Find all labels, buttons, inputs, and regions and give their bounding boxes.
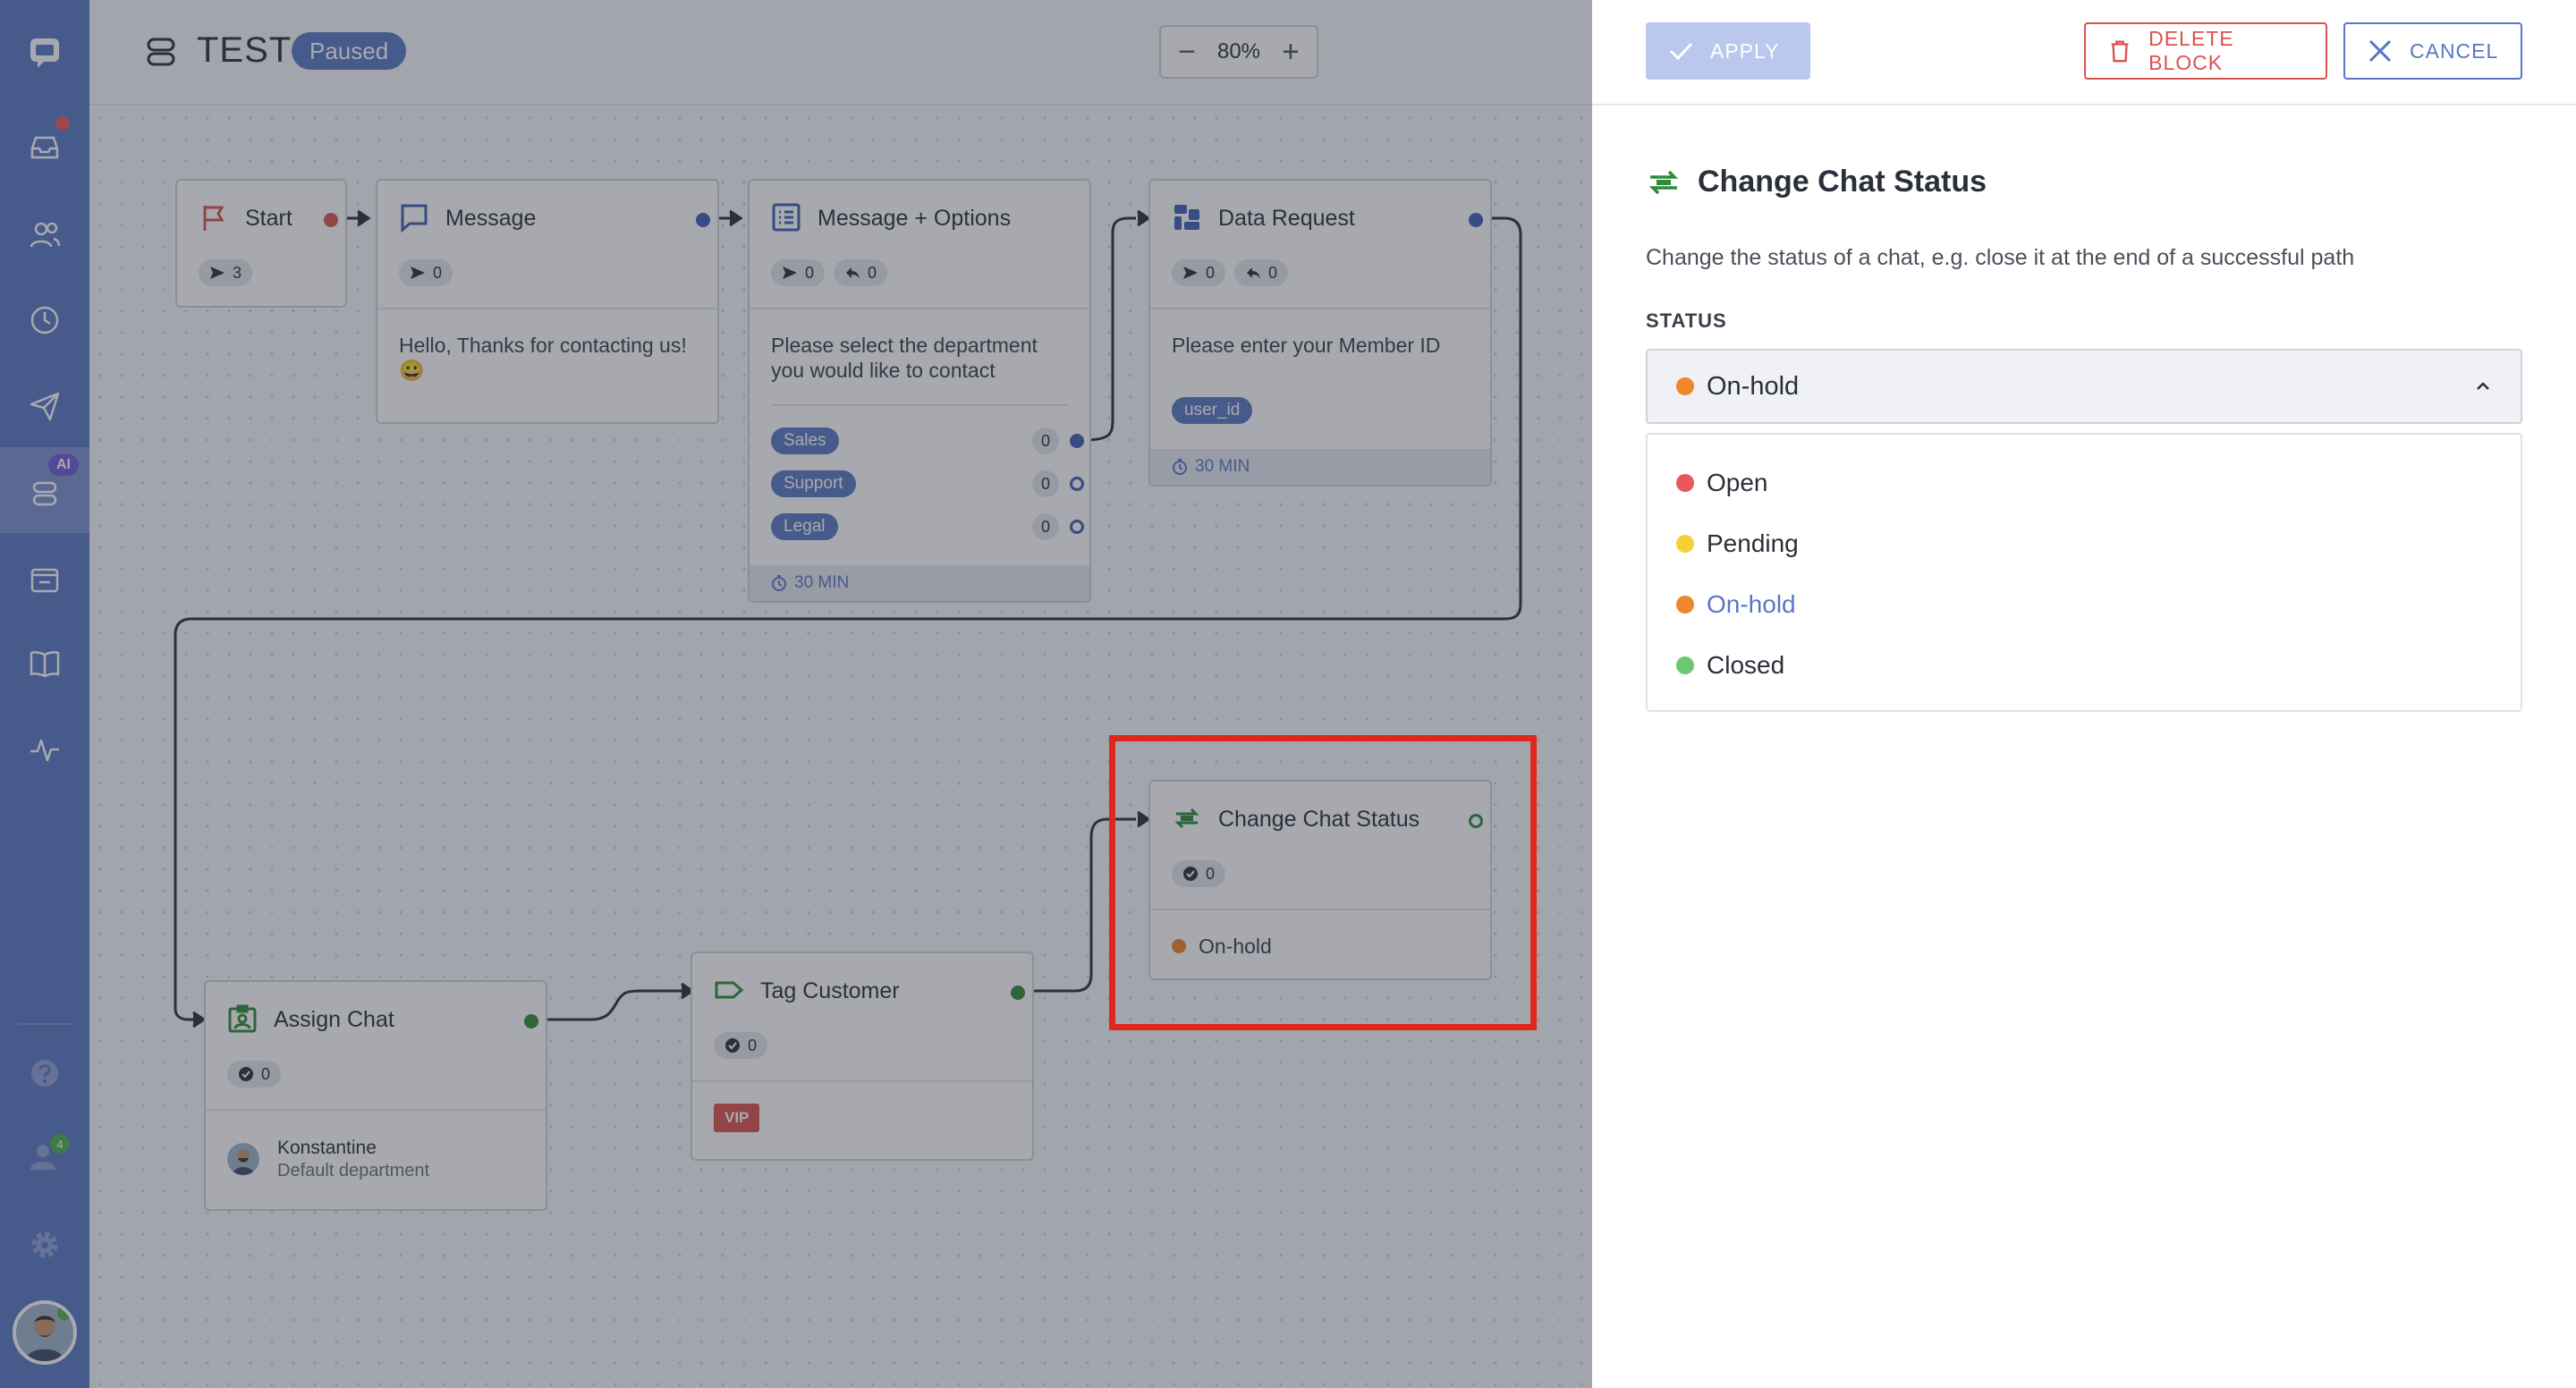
- panel-toolbar: APPLY DELETE BLOCK CANCEL: [1592, 0, 2576, 106]
- block-settings-panel: APPLY DELETE BLOCK CANCEL Change Chat St…: [1592, 0, 2576, 1388]
- modal-backdrop[interactable]: [0, 0, 1592, 1388]
- status-select[interactable]: On-hold: [1646, 349, 2522, 424]
- selected-status-dot: [1676, 377, 1694, 395]
- trash-icon: [2111, 40, 2129, 63]
- selected-status-value: On-hold: [1707, 371, 1800, 401]
- change-status-icon: [1648, 170, 1679, 195]
- delete-block-button[interactable]: DELETE BLOCK: [2084, 22, 2327, 80]
- panel-description: Change the status of a chat, e.g. close …: [1646, 245, 2355, 270]
- open-dot: [1676, 474, 1694, 492]
- selected-block-highlight: [1109, 735, 1537, 1030]
- status-option-pending[interactable]: Pending: [1676, 526, 1799, 562]
- apply-button[interactable]: APPLY: [1646, 22, 1810, 80]
- pending-dot: [1676, 535, 1694, 553]
- panel-title: Change Chat Status: [1698, 165, 1987, 199]
- close-icon: [2368, 39, 2392, 63]
- cancel-button[interactable]: CANCEL: [2343, 22, 2522, 80]
- status-option-open[interactable]: Open: [1676, 465, 1768, 501]
- status-option-on-hold[interactable]: On-hold: [1676, 587, 1796, 622]
- check-icon: [1669, 42, 1693, 61]
- chevron-up-icon[interactable]: [2472, 376, 2494, 397]
- on-hold-dot: [1676, 596, 1694, 614]
- closed-dot: [1676, 656, 1694, 674]
- status-dropdown-menu: Open Pending On-hold Closed: [1646, 433, 2522, 712]
- status-field-label: STATUS: [1646, 309, 1727, 332]
- status-option-closed[interactable]: Closed: [1676, 647, 1784, 683]
